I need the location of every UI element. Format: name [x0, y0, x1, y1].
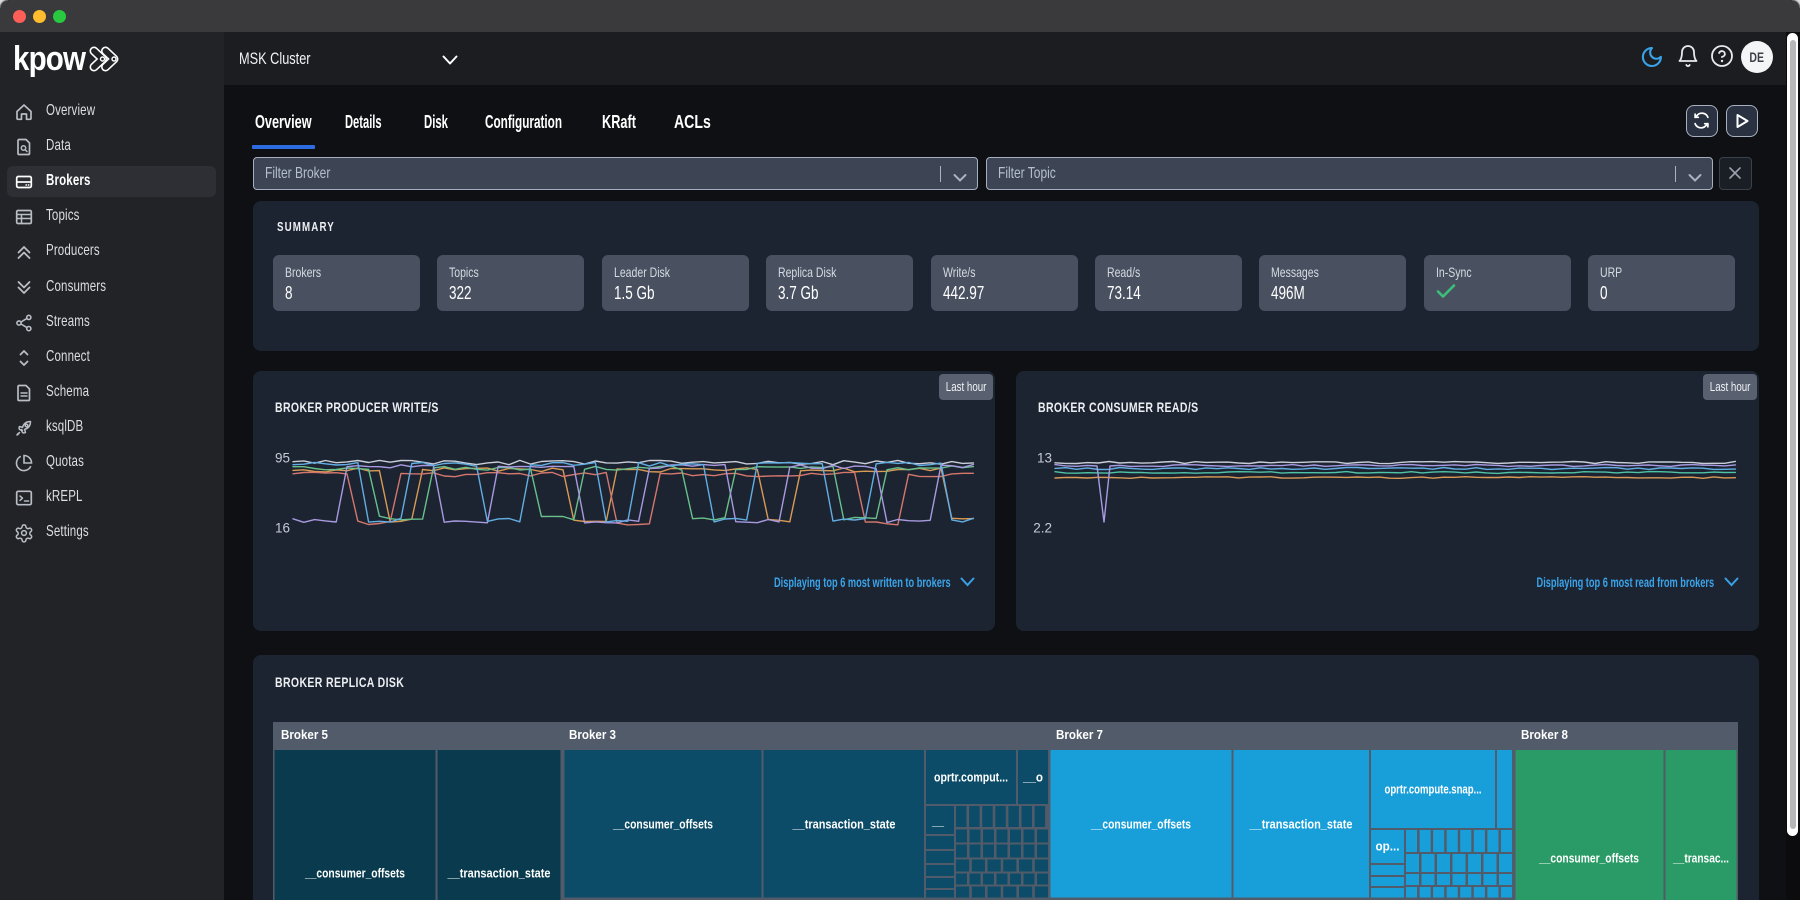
- svg-text:__transaction_state: __transaction_state: [447, 866, 551, 880]
- svg-text:__transaction_state: __transaction_state: [792, 817, 896, 831]
- svg-text:__consumer_offsets: __consumer_offsets: [612, 817, 713, 831]
- svg-text:Broker 3: Broker 3: [569, 727, 616, 742]
- svg-text:op...: op...: [1376, 839, 1400, 853]
- svg-text:Broker 8: Broker 8: [1521, 727, 1568, 742]
- svg-text:__transac...: __transac...: [1672, 851, 1729, 865]
- svg-text:oprtr.comput...: oprtr.comput...: [934, 770, 1008, 784]
- svg-text:95: 95: [275, 451, 290, 466]
- svg-text:2.2: 2.2: [1033, 521, 1052, 536]
- svg-text:oprtr.compute.snap...: oprtr.compute.snap...: [1385, 782, 1482, 796]
- svg-text:__consumer_offsets: __consumer_offsets: [1538, 851, 1639, 865]
- svg-text:13: 13: [1037, 451, 1052, 466]
- svg-text:16: 16: [275, 521, 290, 536]
- svg-text:__consumer_offsets: __consumer_offsets: [1090, 817, 1191, 831]
- svg-text:Broker 7: Broker 7: [1056, 727, 1103, 742]
- svg-text:__transaction_state: __transaction_state: [1249, 817, 1353, 831]
- svg-text:__o: __o: [1022, 770, 1043, 784]
- svg-text:__: __: [931, 814, 945, 828]
- svg-text:__consumer_offsets: __consumer_offsets: [304, 866, 405, 880]
- svg-text:Broker 5: Broker 5: [281, 727, 328, 742]
